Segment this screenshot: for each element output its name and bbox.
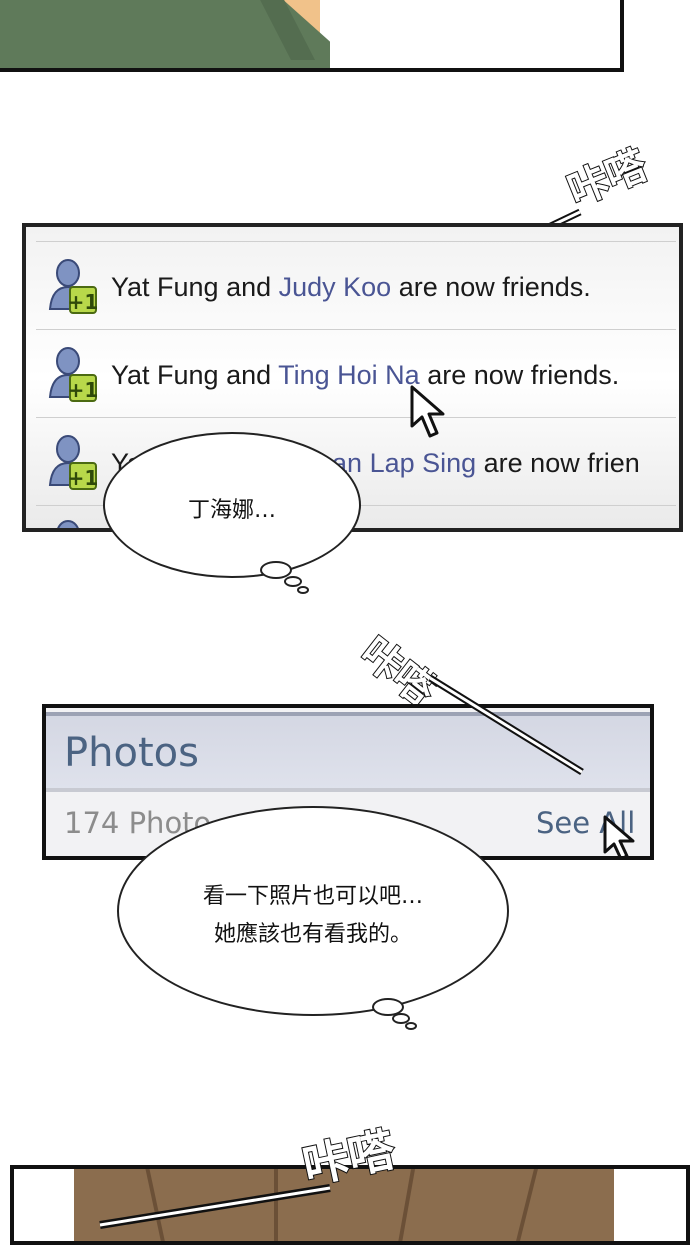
mouse-cursor-icon (410, 385, 445, 438)
friend-name-link[interactable]: Ting Hoi Na (278, 360, 420, 390)
thought-dot (405, 1022, 417, 1030)
svg-text:+1: +1 (68, 378, 99, 402)
photos-title: Photos (64, 730, 199, 776)
top-comic-panel (0, 0, 624, 72)
feed-text: Yat Fung and Ting Hoi Na are now friends… (111, 360, 620, 390)
friend-add-icon: +1 (48, 435, 99, 490)
feed-text: Yat Fung and Judy Koo are now friends. (111, 272, 591, 302)
thought-dot (297, 586, 309, 594)
feed-row[interactable]: +1 Yat Fung and Judy Koo are now friends… (36, 241, 676, 330)
friend-add-icon: +1 (48, 347, 99, 402)
hair-strand (514, 1169, 538, 1241)
thought-bubble-2: 看一下照片也可以吧… 她應該也有看我的。 (117, 806, 509, 1016)
thought-line: 看一下照片也可以吧… (202, 884, 423, 909)
thought-bubble-1: 丁海娜… (103, 432, 361, 578)
sfx-line-2 (428, 675, 584, 775)
divider (46, 788, 650, 792)
friend-name-link[interactable]: Judy Koo (279, 272, 392, 302)
thought-text-block: 看一下照片也可以吧… 她應該也有看我的。 (119, 808, 507, 954)
friend-add-icon (57, 520, 79, 528)
friend-add-icon: +1 (48, 259, 99, 314)
thought-dot (284, 576, 302, 587)
thought-text: 丁海娜… (187, 498, 276, 523)
svg-text:+1: +1 (68, 466, 99, 490)
mouse-cursor-icon (603, 815, 635, 856)
thought-line: 她應該也有看我的。 (213, 922, 412, 947)
feed-row[interactable]: +1 Yat Fung and Ting Hoi Na are now frie… (36, 329, 676, 418)
svg-text:+1: +1 (68, 290, 99, 314)
hair-strand (396, 1169, 416, 1241)
